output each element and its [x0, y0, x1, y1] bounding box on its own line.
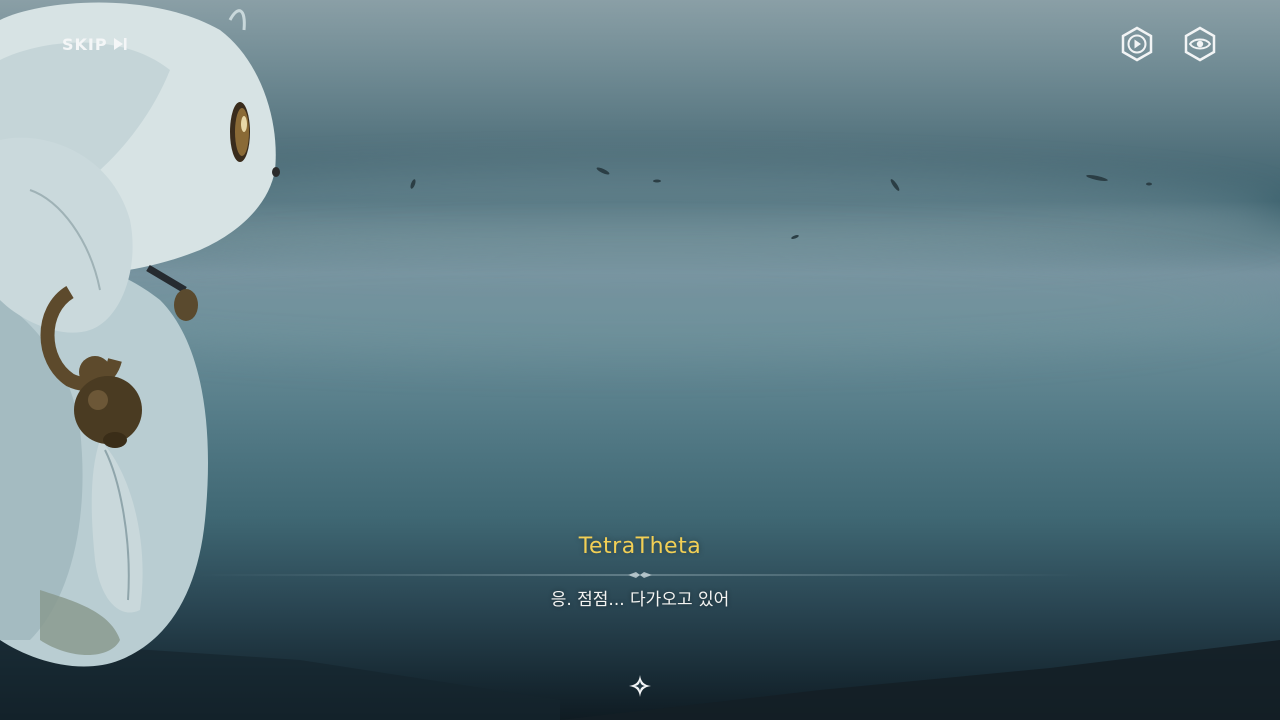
skip-forward-icon	[112, 36, 128, 52]
play-icon	[1119, 26, 1155, 62]
hide-ui-button[interactable]	[1182, 26, 1218, 62]
dialogue-text: 응. 점점... 다가오고 있어	[550, 590, 730, 610]
dialogue-divider	[200, 572, 1080, 578]
eye-icon	[1182, 26, 1218, 62]
skip-label: SKIP	[62, 34, 108, 54]
auto-play-button[interactable]	[1119, 26, 1155, 62]
character-sprite	[0, 2, 280, 667]
advance-dialogue-button[interactable]	[628, 674, 652, 698]
story-scene[interactable]: SKIP TetraTheta 응. 점점... 다가오고 있어	[0, 0, 1280, 720]
speaker-name: TetraTheta	[578, 534, 702, 559]
sparkle-icon	[628, 675, 652, 702]
skip-button[interactable]: SKIP	[62, 33, 128, 55]
